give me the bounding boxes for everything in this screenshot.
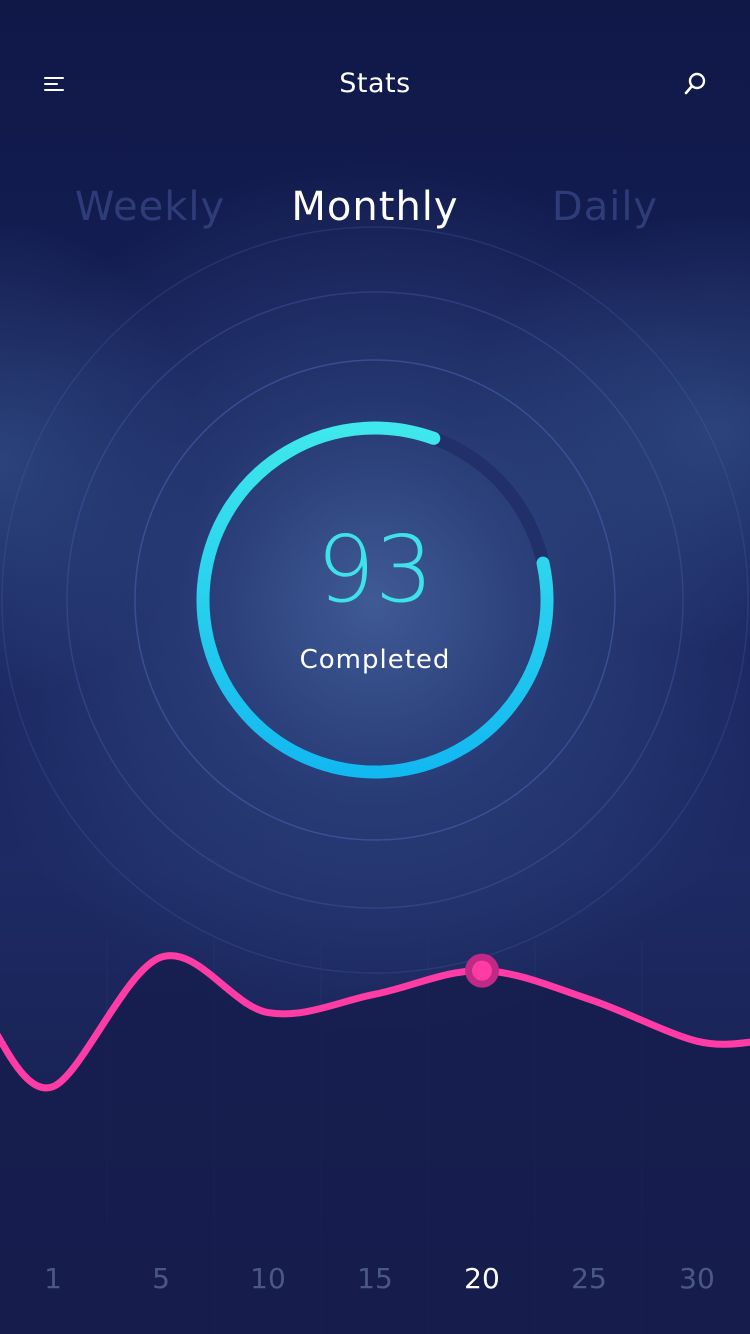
- completed-count: 93: [316, 516, 434, 623]
- chart-x-label-20[interactable]: 20: [432, 1262, 532, 1295]
- chart-x-label-5[interactable]: 5: [111, 1262, 211, 1295]
- chart-x-label-15[interactable]: 15: [325, 1262, 425, 1295]
- chart-x-label-1[interactable]: 1: [3, 1262, 103, 1295]
- chart-x-label-10[interactable]: 10: [218, 1262, 318, 1295]
- chart-selected-point[interactable]: [465, 953, 499, 988]
- tab-monthly[interactable]: Monthly: [265, 175, 485, 239]
- top-nav-bar: Stats: [0, 0, 750, 170]
- search-icon: [684, 72, 706, 95]
- search-button[interactable]: [676, 66, 716, 102]
- chart-x-label-25[interactable]: 25: [539, 1262, 639, 1295]
- completed-label: Completed: [299, 645, 451, 675]
- chart-x-axis: 1 5 10 15 20 25 30: [0, 1262, 750, 1312]
- period-tabs: Weekly Monthly Daily: [0, 175, 750, 245]
- tab-weekly[interactable]: Weekly: [60, 175, 240, 239]
- chart-x-label-30[interactable]: 30: [647, 1262, 747, 1295]
- page-title: Stats: [339, 68, 411, 99]
- chart-marker-dot[interactable]: [472, 960, 492, 981]
- tab-daily[interactable]: Daily: [515, 175, 695, 239]
